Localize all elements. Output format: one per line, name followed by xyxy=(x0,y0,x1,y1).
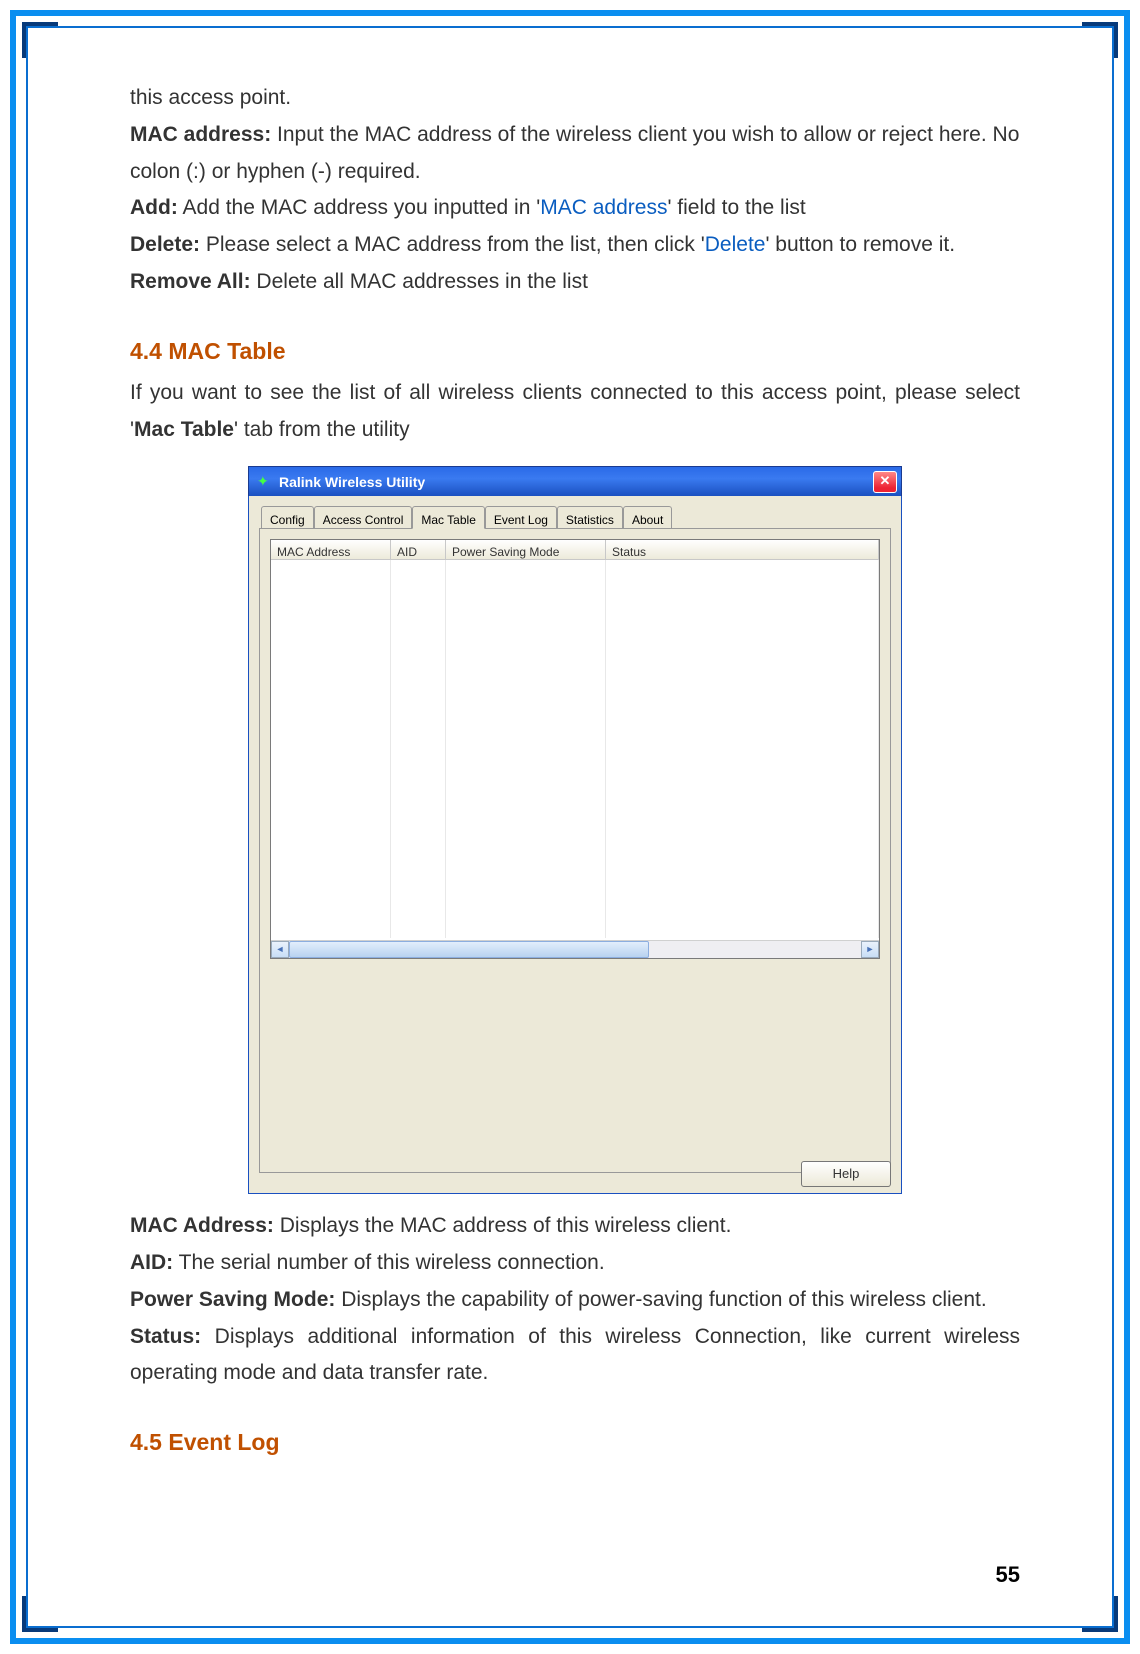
link-delete: Delete xyxy=(705,233,766,256)
text: Please select a MAC address from the lis… xyxy=(200,233,705,256)
section-heading-event-log: 4.5 Event Log xyxy=(130,1422,1020,1462)
text-line: Remove All: Delete all MAC addresses in … xyxy=(130,264,1020,301)
text: ' tab from the utility xyxy=(234,418,410,441)
text-bold: Mac Table xyxy=(134,418,234,441)
tab-about[interactable]: About xyxy=(623,506,672,528)
field-label-status: Status: xyxy=(130,1325,201,1348)
close-icon: ✕ xyxy=(880,470,891,493)
column-power-saving-mode[interactable]: Power Saving Mode xyxy=(446,540,606,560)
scroll-thumb[interactable] xyxy=(289,941,649,958)
field-label-mac-address: MAC address: xyxy=(130,123,271,146)
app-icon: ✦ xyxy=(257,474,273,490)
field-label-mac-address: MAC Address: xyxy=(130,1214,274,1237)
dialog-title: Ralink Wireless Utility xyxy=(279,470,425,495)
tab-row: Config Access Control Mac Table Event Lo… xyxy=(261,506,891,528)
list-header: MAC Address AID Power Saving Mode Status xyxy=(271,540,879,560)
text-line: If you want to see the list of all wirel… xyxy=(130,375,1020,449)
scroll-left-arrow-icon[interactable]: ◄ xyxy=(271,941,289,958)
tab-mac-table[interactable]: Mac Table xyxy=(412,506,484,529)
tab-panel: MAC Address AID Power Saving Mode Status xyxy=(259,528,891,1173)
text: Displays the capability of power-saving … xyxy=(335,1288,986,1311)
field-label-delete: Delete: xyxy=(130,233,200,256)
tab-statistics[interactable]: Statistics xyxy=(557,506,623,528)
close-button[interactable]: ✕ xyxy=(873,471,897,493)
text-line: MAC address: Input the MAC address of th… xyxy=(130,117,1020,191)
text-line: AID: The serial number of this wireless … xyxy=(130,1245,1020,1282)
utility-dialog: ✦ Ralink Wireless Utility ✕ Config Acces… xyxy=(248,466,902,1194)
text-line: Power Saving Mode: Displays the capabili… xyxy=(130,1282,1020,1319)
text-line: Delete: Please select a MAC address from… xyxy=(130,227,1020,264)
scroll-track[interactable] xyxy=(289,941,861,958)
text-line: Status: Displays additional information … xyxy=(130,1319,1020,1393)
page-content: this access point. MAC address: Input th… xyxy=(130,80,1020,1466)
column-mac-address[interactable]: MAC Address xyxy=(271,540,391,560)
text-line: this access point. xyxy=(130,80,1020,117)
tab-access-control[interactable]: Access Control xyxy=(314,506,413,528)
mac-table-list[interactable]: MAC Address AID Power Saving Mode Status xyxy=(270,539,880,959)
text: ' field to the list xyxy=(667,196,805,219)
text: The serial number of this wireless conne… xyxy=(173,1251,604,1274)
link-mac-address: MAC address xyxy=(540,196,667,219)
field-label-add: Add: xyxy=(130,196,178,219)
text-line: Add: Add the MAC address you inputted in… xyxy=(130,190,1020,227)
text: Delete all MAC addresses in the list xyxy=(251,270,588,293)
text-line: MAC Address: Displays the MAC address of… xyxy=(130,1208,1020,1245)
tab-config[interactable]: Config xyxy=(261,506,314,528)
column-aid[interactable]: AID xyxy=(391,540,446,560)
page-number: 55 xyxy=(996,1562,1020,1588)
column-status[interactable]: Status xyxy=(606,540,879,560)
field-label-aid: AID: xyxy=(130,1251,173,1274)
dialog-body: Config Access Control Mac Table Event Lo… xyxy=(248,496,902,1194)
scroll-right-arrow-icon[interactable]: ► xyxy=(861,941,879,958)
dialog-titlebar[interactable]: ✦ Ralink Wireless Utility ✕ xyxy=(248,466,902,496)
text: ' button to remove it. xyxy=(765,233,955,256)
horizontal-scrollbar[interactable]: ◄ ► xyxy=(271,940,879,958)
text: Add the MAC address you inputted in ' xyxy=(178,196,540,219)
text: Displays additional information of this … xyxy=(130,1325,1020,1385)
section-heading-mac-table: 4.4 MAC Table xyxy=(130,331,1020,371)
tab-event-log[interactable]: Event Log xyxy=(485,506,557,528)
field-label-power-saving-mode: Power Saving Mode: xyxy=(130,1288,335,1311)
field-label-remove-all: Remove All: xyxy=(130,270,251,293)
text: Displays the MAC address of this wireles… xyxy=(274,1214,732,1237)
help-button[interactable]: Help xyxy=(801,1161,891,1187)
list-body xyxy=(271,560,879,938)
